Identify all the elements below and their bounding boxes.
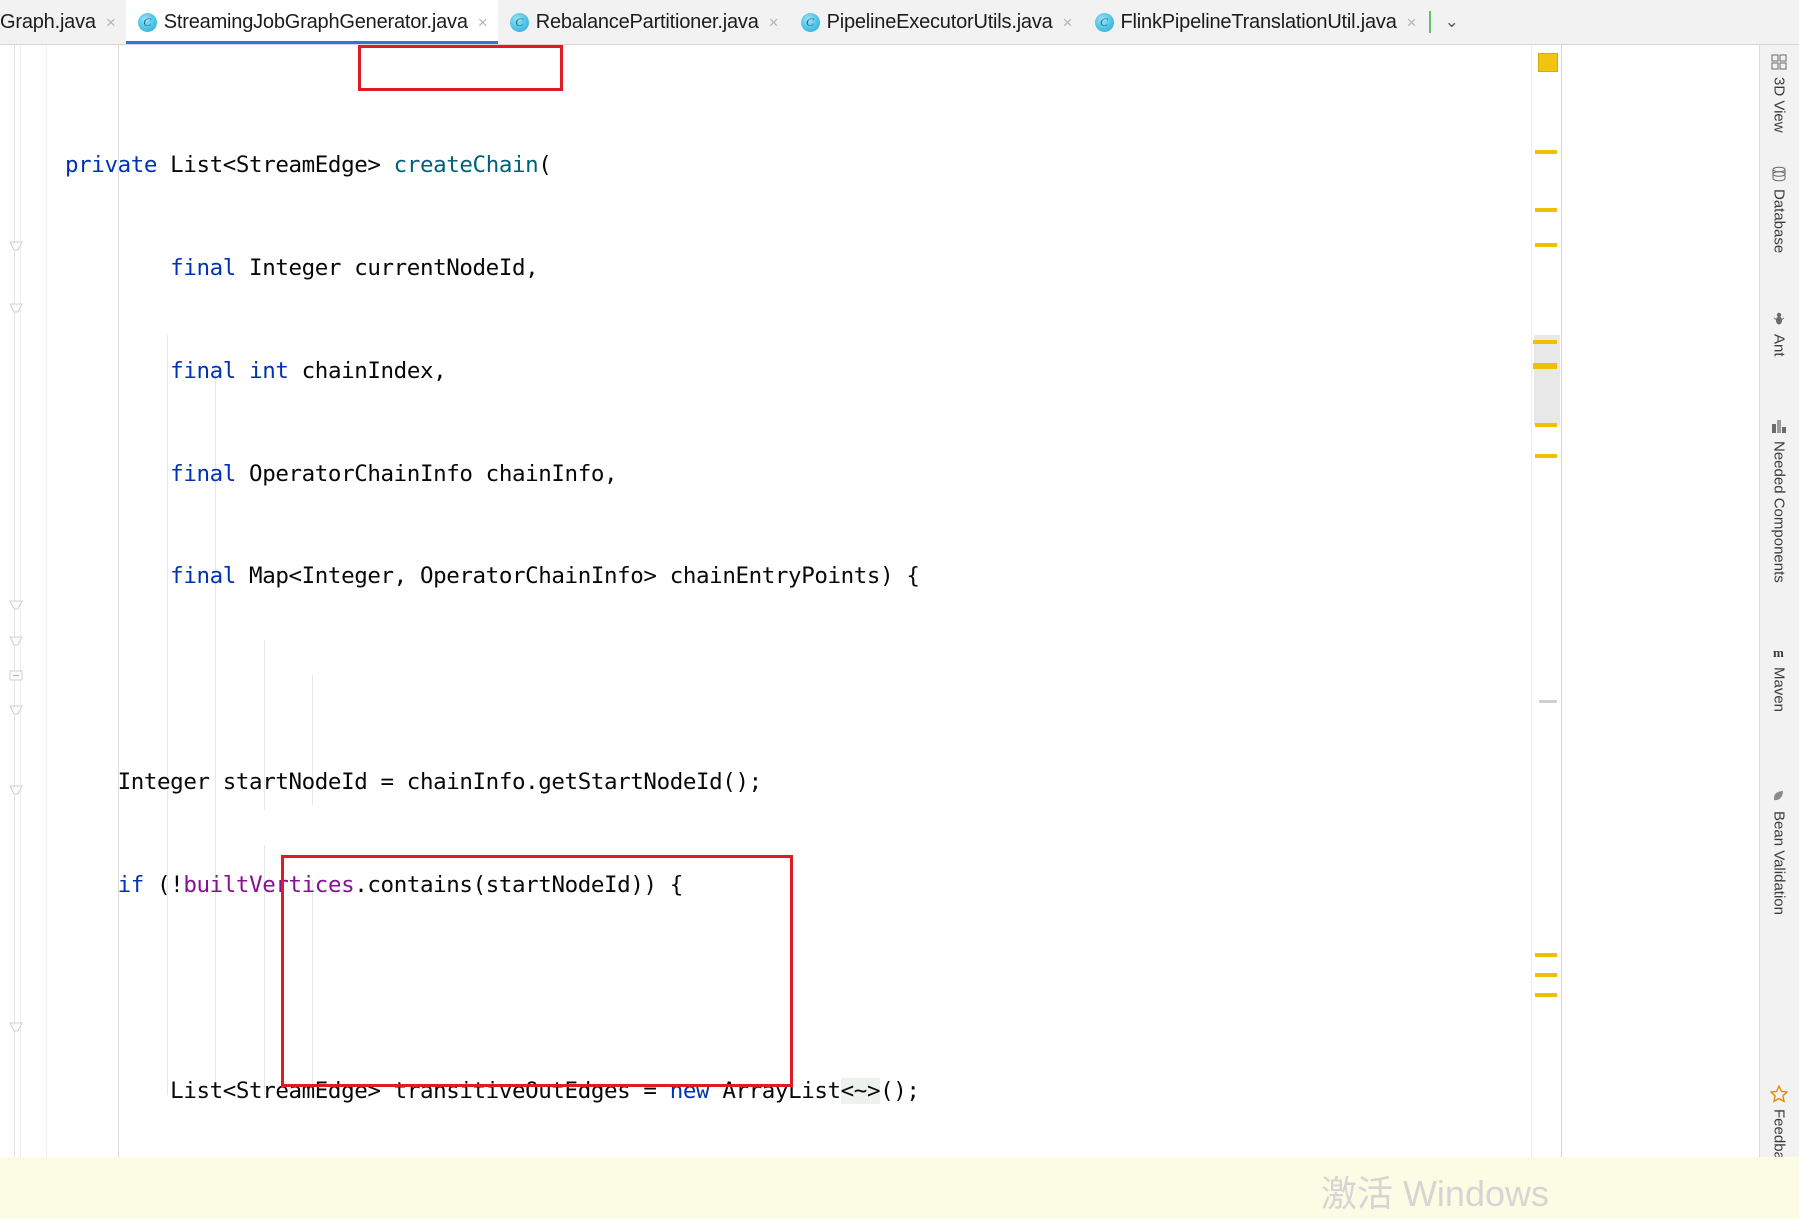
stripe-warning-mark[interactable] (1535, 454, 1557, 458)
tab-separator (1428, 11, 1431, 33)
editor-tab-label: Graph.java (0, 11, 96, 33)
tool-button-label: 3D View (1770, 77, 1788, 133)
ant-icon (1770, 310, 1788, 328)
close-icon[interactable]: × (475, 14, 488, 31)
tool-button-label: Bean Validation (1770, 811, 1788, 915)
stripe-info-mark[interactable] (1539, 700, 1557, 703)
stripe-warning-mark[interactable] (1535, 423, 1557, 427)
tool-button-database[interactable]: Database (1759, 165, 1799, 253)
fold-chevron-icon[interactable] (9, 636, 23, 647)
editor-tab-label: RebalancePartitioner.java (535, 11, 759, 33)
tool-button-label: Ant (1770, 334, 1788, 357)
editor-tab-label: FlinkPipelineTranslationUtil.java (1120, 11, 1397, 33)
tool-button-maven[interactable]: m Maven (1759, 643, 1799, 712)
code-line[interactable]: List<StreamEdge> transitiveOutEdges = ne… (47, 1074, 1531, 1108)
tool-button-3d-view[interactable]: 3D View (1759, 53, 1799, 133)
fold-chevron-icon[interactable] (9, 303, 23, 314)
editor-tab-graph[interactable]: Graph.java × (0, 0, 126, 44)
feedback-icon (1770, 1085, 1788, 1103)
stripe-warning-mark[interactable] (1533, 363, 1557, 369)
java-class-icon: C (509, 13, 529, 32)
code-text-area[interactable]: private List<StreamEdge> createChain( fi… (47, 45, 1531, 1219)
stripe-warning-mark[interactable] (1535, 953, 1557, 957)
java-class-icon: C (1094, 13, 1114, 32)
close-icon[interactable]: × (766, 14, 779, 31)
tool-button-ant[interactable]: Ant (1759, 310, 1799, 357)
scrollbar-thumb[interactable] (1534, 335, 1560, 425)
editor-tab-pipelineexecutorutils[interactable]: C PipelineExecutorUtils.java × (788, 0, 1083, 44)
fold-chevron-icon[interactable] (9, 600, 23, 611)
right-tool-window-bar: 3D View Database Ant Needed Components m… (1561, 45, 1799, 1219)
chevron-down-icon[interactable]: ⌄ (1437, 12, 1467, 32)
svg-text:m: m (1773, 645, 1784, 660)
code-line[interactable]: private List<StreamEdge> createChain( (47, 148, 1531, 182)
tool-button-needed-components[interactable]: Needed Components (1759, 417, 1799, 583)
code-line[interactable]: final Integer currentNodeId, (47, 251, 1531, 285)
editor-tab-label: PipelineExecutorUtils.java (826, 11, 1053, 33)
code-line[interactable] (47, 662, 1531, 696)
tool-button-label: Needed Components (1770, 441, 1788, 583)
close-icon[interactable]: × (103, 14, 116, 31)
gutter-rail-secondary (20, 45, 21, 1219)
idea-editor-window: Graph.java × C StreamingJobGraphGenerato… (0, 0, 1799, 1219)
fold-chevron-icon[interactable] (9, 241, 23, 252)
tool-button-label: Maven (1770, 667, 1788, 713)
error-stripe-scrollbar[interactable] (1531, 45, 1561, 1219)
editor-tab-streamingjobgraphgenerator[interactable]: C StreamingJobGraphGenerator.java × (125, 0, 498, 44)
components-icon (1770, 417, 1788, 435)
code-line[interactable]: if (!builtVertices.contains(startNodeId)… (47, 868, 1531, 902)
fold-collapsed-icon[interactable] (9, 670, 23, 681)
stripe-warning-mark[interactable] (1535, 150, 1557, 154)
editor-tab-bar: Graph.java × C StreamingJobGraphGenerato… (0, 0, 1799, 45)
stripe-warning-mark[interactable] (1533, 340, 1557, 344)
gutter-rail (14, 45, 15, 1219)
close-icon[interactable]: × (1060, 14, 1073, 31)
code-editor[interactable]: private List<StreamEdge> createChain( fi… (0, 45, 1799, 1219)
code-line[interactable]: Integer startNodeId = chainInfo.getStart… (47, 765, 1531, 799)
database-icon (1770, 165, 1788, 183)
close-icon[interactable]: × (1404, 14, 1417, 31)
java-class-icon: C (800, 13, 820, 32)
maven-icon: m (1770, 643, 1788, 661)
stripe-warning-mark[interactable] (1535, 993, 1557, 997)
tool-strip-rail: 3D View Database Ant Needed Components m… (1759, 45, 1799, 1219)
fold-chevron-icon[interactable] (9, 1022, 23, 1033)
fold-chevron-icon[interactable] (9, 785, 23, 796)
editor-gutter[interactable] (0, 45, 50, 1219)
editor-tab-rebalancepartitioner[interactable]: C RebalancePartitioner.java × (497, 0, 789, 44)
stripe-warning-mark[interactable] (1535, 243, 1557, 247)
code-line[interactable]: final OperatorChainInfo chainInfo, (47, 457, 1531, 491)
code-line[interactable]: final int chainIndex, (47, 354, 1531, 388)
code-line[interactable] (47, 971, 1531, 1005)
tool-button-label: Database (1770, 189, 1788, 254)
stripe-warning-mark[interactable] (1535, 973, 1557, 977)
editor-tab-label: StreamingJobGraphGenerator.java (163, 11, 468, 33)
tool-button-bean-validation[interactable]: Bean Validation (1759, 787, 1799, 915)
stripe-warning-mark[interactable] (1535, 208, 1557, 212)
java-class-icon: C (137, 13, 157, 32)
windows-activation-watermark: 激活 Windows (1320, 1173, 1549, 1214)
fold-chevron-icon[interactable] (9, 705, 23, 716)
editor-tab-flinkpipelinetranslationutil[interactable]: C FlinkPipelineTranslationUtil.java × (1082, 0, 1427, 44)
code-line[interactable]: final Map<Integer, OperatorChainInfo> ch… (47, 559, 1531, 593)
grid-icon (1770, 53, 1788, 71)
stripe-summary-icon[interactable] (1538, 53, 1558, 72)
bean-icon (1770, 787, 1788, 805)
